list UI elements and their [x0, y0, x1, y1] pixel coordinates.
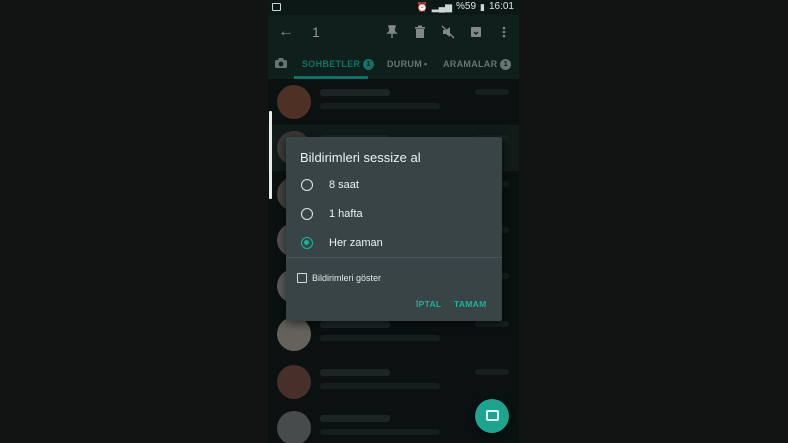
show-notifications-checkbox[interactable]	[297, 273, 307, 283]
new-chat-icon	[486, 410, 499, 421]
option-8-hours[interactable]: 8 saat	[301, 174, 491, 196]
signal-icon: ▂▄▆	[431, 2, 452, 12]
notification-icon	[272, 3, 281, 11]
battery-level: %59	[456, 1, 477, 12]
clock: 16:01	[488, 1, 514, 12]
screen: ⏰ ▂▄▆ %59 ▮ 16:01 ← 1 SOHBETLER 1 DURUM …	[0, 0, 788, 443]
battery-icon: ▮	[480, 2, 485, 12]
option-1-week[interactable]: 1 hafta	[301, 203, 491, 225]
option-label: 1 hafta	[329, 208, 363, 220]
radio-button-selected[interactable]	[301, 237, 313, 249]
cancel-button[interactable]: İPTAL	[416, 299, 441, 310]
option-label: Her zaman	[329, 237, 383, 249]
option-label: 8 saat	[329, 179, 359, 191]
radio-button[interactable]	[301, 208, 313, 220]
new-chat-button[interactable]	[475, 399, 509, 433]
ok-button[interactable]: TAMAM	[454, 299, 487, 310]
scrollbar[interactable]	[269, 111, 272, 199]
mute-notifications-dialog: Bildirimleri sessize al 8 saat 1 hafta H…	[286, 137, 502, 321]
alarm-icon: ⏰	[416, 2, 428, 12]
dialog-title: Bildirimleri sessize al	[300, 150, 421, 165]
status-bar: ⏰ ▂▄▆ %59 ▮ 16:01	[268, 0, 519, 15]
show-notifications-label[interactable]: Bildirimleri göster	[312, 272, 381, 284]
radio-button[interactable]	[301, 179, 313, 191]
dialog-divider	[286, 257, 502, 258]
status-bar-right: ⏰ ▂▄▆ %59 ▮ 16:01	[417, 1, 514, 13]
option-always[interactable]: Her zaman	[301, 232, 491, 254]
